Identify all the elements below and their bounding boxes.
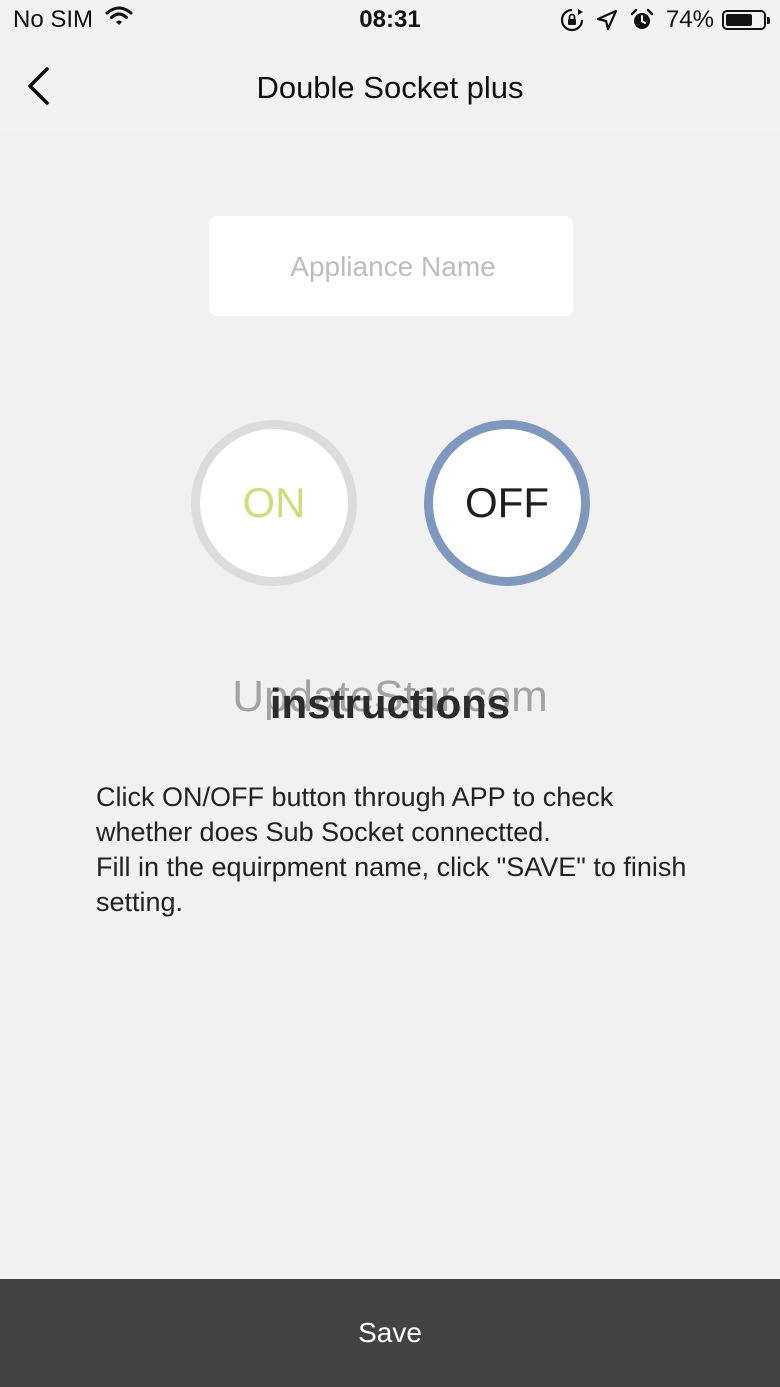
- instructions-line-1: Click ON/OFF button through APP to check…: [96, 782, 614, 847]
- instructions-line-2: Fill in the equirpment name, click "SAVE…: [96, 852, 687, 917]
- save-button[interactable]: Save: [0, 1279, 780, 1387]
- location-icon: [596, 9, 618, 31]
- carrier-label: No SIM: [13, 6, 94, 33]
- off-button[interactable]: OFF: [424, 420, 590, 586]
- status-left: No SIM: [13, 6, 133, 34]
- nav-bar: Double Socket plus: [0, 44, 780, 134]
- on-button-label: ON: [242, 479, 306, 526]
- battery-nub: [767, 17, 770, 24]
- page-title: Double Socket plus: [256, 70, 524, 105]
- status-right: 74%: [560, 6, 770, 34]
- wifi-icon: [105, 5, 133, 34]
- status-bar: No SIM 08:31 74%: [0, 0, 780, 44]
- on-button[interactable]: ON: [191, 420, 357, 586]
- chevron-left-icon: [25, 66, 51, 111]
- appliance-name-input[interactable]: [209, 216, 577, 318]
- appliance-name-field: [209, 216, 577, 318]
- battery-icon: [722, 10, 770, 30]
- save-button-label: Save: [358, 1317, 422, 1348]
- rotation-lock-icon: [560, 8, 584, 32]
- alarm-icon: [630, 8, 654, 32]
- off-button-label: OFF: [465, 479, 549, 526]
- battery-percent: 74%: [665, 6, 714, 33]
- instructions-text: Click ON/OFF button through APP to check…: [96, 780, 696, 920]
- back-button[interactable]: [16, 64, 60, 112]
- instructions-title: instructions: [269, 680, 511, 727]
- battery-fill: [726, 14, 752, 26]
